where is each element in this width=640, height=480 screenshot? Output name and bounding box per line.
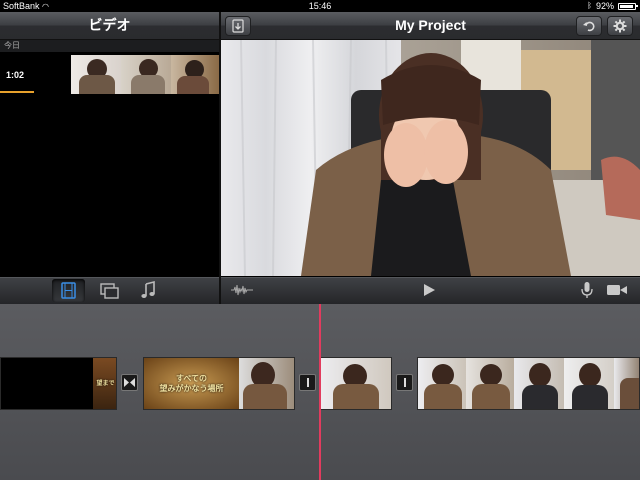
- preview-frame-image: [221, 40, 640, 276]
- record-voiceover-button[interactable]: [580, 281, 594, 299]
- clip-frame: [514, 358, 564, 409]
- audio-waveform-button[interactable]: [230, 282, 254, 298]
- undo-button[interactable]: [576, 16, 602, 36]
- clip-frame: [466, 358, 514, 409]
- photos-icon: [100, 283, 119, 299]
- settings-button[interactable]: [607, 16, 633, 36]
- tab-audio[interactable]: [137, 280, 161, 302]
- tab-photos[interactable]: [96, 280, 124, 302]
- thumb-frame: [71, 55, 121, 94]
- timeline-clip[interactable]: [320, 357, 392, 410]
- clip-frame: [564, 358, 614, 409]
- transition-button[interactable]: [121, 374, 138, 391]
- waveform-icon: [231, 284, 253, 296]
- title-line-2: 望みがかなう場所: [159, 383, 224, 393]
- status-time: 15:46: [308, 1, 332, 11]
- bluetooth-icon: ᛒ: [587, 1, 592, 10]
- clip-used-bar: [0, 91, 34, 93]
- transition-button[interactable]: [396, 374, 413, 391]
- title-card: すべての 望みがかなう場所: [144, 358, 239, 409]
- playhead[interactable]: [319, 304, 321, 480]
- status-bar: SoftBank ◠ 15:46 ᛒ 92%: [0, 0, 640, 12]
- video-clip-thumbnail[interactable]: [71, 55, 219, 94]
- music-note-icon: [141, 280, 155, 298]
- clip-frame: 望まで: [93, 358, 116, 409]
- camera-button[interactable]: [606, 283, 628, 297]
- clip-frame: [418, 358, 466, 409]
- project-title: My Project: [395, 17, 466, 33]
- status-right: ᛒ 92%: [587, 0, 638, 12]
- clip-duration: 1:02: [6, 70, 25, 80]
- timeline-clip[interactable]: [417, 357, 640, 410]
- timeline-clip[interactable]: 望まで: [0, 357, 117, 410]
- play-button[interactable]: [420, 282, 438, 298]
- video-preview[interactable]: [221, 40, 640, 276]
- import-icon: [232, 19, 244, 33]
- import-button[interactable]: [225, 16, 251, 36]
- gear-icon: [613, 19, 627, 33]
- microphone-icon: [581, 282, 593, 298]
- transition-button[interactable]: [299, 374, 316, 391]
- clip-frame: [614, 358, 639, 409]
- clip-frame: [239, 358, 294, 409]
- battery-percent: 92%: [595, 1, 614, 11]
- timeline-clip-title[interactable]: すべての 望みがかなう場所: [143, 357, 295, 410]
- title-side-text: 望まで: [96, 380, 115, 387]
- cross-dissolve-icon: [124, 378, 135, 387]
- title-line-1: すべての: [175, 373, 208, 383]
- video-camera-icon: [607, 285, 627, 295]
- thumb-frame: [121, 55, 171, 94]
- undo-icon: [583, 21, 595, 32]
- battery-icon: [618, 2, 638, 10]
- clip-frame: [1, 358, 93, 409]
- play-icon: [424, 284, 435, 296]
- film-icon: [61, 282, 76, 299]
- browser-title: ビデオ: [88, 17, 131, 33]
- thumb-frame: [171, 55, 219, 94]
- clip-frame: [321, 358, 391, 409]
- section-header: 今日: [0, 40, 219, 52]
- browser-header: ビデオ: [0, 12, 219, 40]
